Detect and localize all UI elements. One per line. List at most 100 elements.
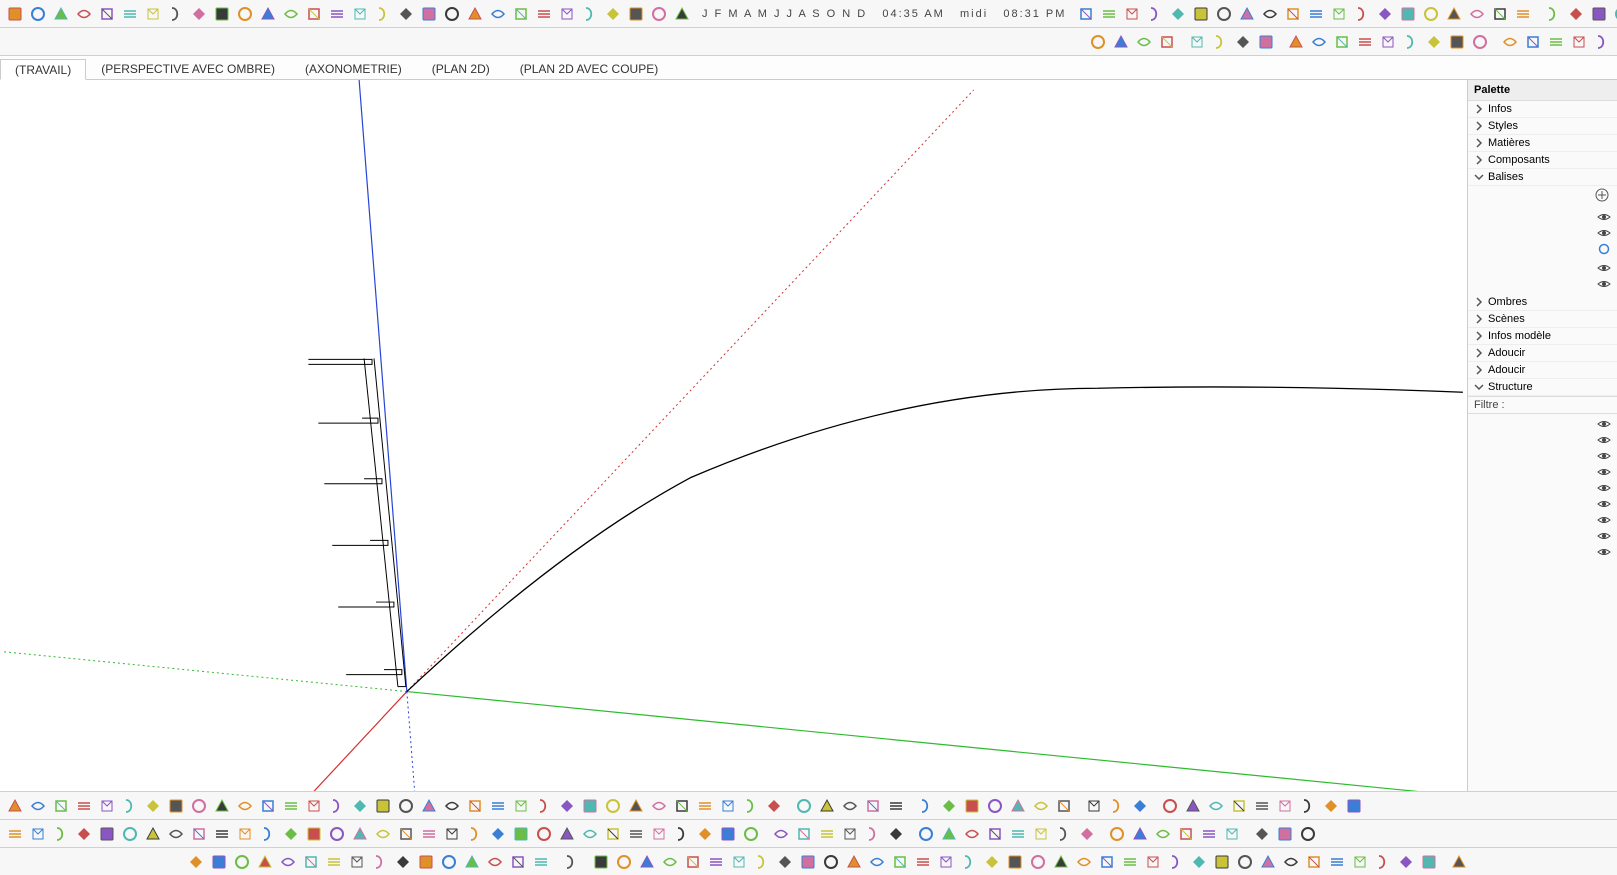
wall-3-icon[interactable] (280, 823, 302, 845)
scene-tab-1[interactable]: (PERSPECTIVE AVEC OMBRE) (86, 58, 290, 79)
node-3-icon[interactable] (961, 823, 983, 845)
scene-tab-3[interactable]: (PLAN 2D) (417, 58, 505, 79)
pan-tool[interactable] (671, 3, 693, 25)
shape-cube-green-icon[interactable] (1331, 31, 1353, 53)
palette-section-1[interactable]: Styles (1468, 118, 1617, 135)
tile-15-icon[interactable] (1165, 851, 1187, 873)
cabinet-2-icon[interactable] (579, 823, 601, 845)
line-tool[interactable] (257, 3, 279, 25)
grid-7-icon[interactable] (1420, 3, 1442, 25)
viewport-3d[interactable] (0, 80, 1467, 791)
roof-6-icon[interactable] (441, 795, 463, 817)
tile-8-icon[interactable] (1004, 851, 1026, 873)
align-center-icon[interactable] (682, 851, 704, 873)
box-3-icon[interactable] (1205, 795, 1227, 817)
roof-4-icon[interactable] (395, 795, 417, 817)
align-mid-icon[interactable] (751, 851, 773, 873)
eraser-tool[interactable] (234, 3, 256, 25)
dot-grid-9-icon[interactable] (1395, 851, 1417, 873)
arrow-up-icon[interactable] (602, 795, 624, 817)
select-tool[interactable] (4, 3, 26, 25)
num-1-icon[interactable] (648, 795, 670, 817)
scene-tab-4[interactable]: (PLAN 2D AVEC COUPE) (505, 58, 673, 79)
door-11-icon[interactable] (234, 795, 256, 817)
dot-grid-3-icon[interactable] (1257, 851, 1279, 873)
shape-cube-red-icon[interactable] (1423, 31, 1445, 53)
tag-row-0[interactable] (1468, 209, 1617, 225)
dot-grid-8-icon[interactable] (1372, 851, 1394, 873)
group-tool[interactable] (50, 3, 72, 25)
win-cut-icon[interactable] (142, 823, 164, 845)
grid-b-icon[interactable] (636, 851, 658, 873)
camera-icon[interactable] (793, 795, 815, 817)
info-icon[interactable] (984, 795, 1006, 817)
prev-view-icon[interactable] (1167, 3, 1189, 25)
cube-orange-icon[interactable] (1106, 795, 1128, 817)
node-4-icon[interactable] (984, 823, 1006, 845)
wall-6-icon[interactable] (349, 823, 371, 845)
door-5-icon[interactable] (96, 795, 118, 817)
palette-section-3[interactable]: Composants (1468, 152, 1617, 169)
door-13-icon[interactable] (280, 795, 302, 817)
wall-2-icon[interactable] (257, 823, 279, 845)
tile-1-icon[interactable] (843, 851, 865, 873)
win-tab-icon[interactable] (211, 823, 233, 845)
add-tag-button[interactable] (1468, 186, 1617, 207)
axes-tool[interactable] (533, 3, 555, 25)
box-2-icon[interactable] (1182, 795, 1204, 817)
door-8-icon[interactable] (165, 795, 187, 817)
grid-4-icon[interactable] (1351, 3, 1373, 25)
texture-panel-icon[interactable] (1469, 31, 1491, 53)
target-icon[interactable] (816, 795, 838, 817)
node-1-icon[interactable] (915, 823, 937, 845)
cube-lg-1-icon[interactable] (185, 851, 207, 873)
grid-a-icon[interactable] (613, 851, 635, 873)
grid-1-icon[interactable] (1282, 3, 1304, 25)
cube-blue-icon[interactable] (1083, 795, 1105, 817)
tile-11-icon[interactable] (1073, 851, 1095, 873)
node-5-icon[interactable] (1007, 823, 1029, 845)
win-3-icon[interactable] (50, 823, 72, 845)
dot-grid-2-icon[interactable] (1234, 851, 1256, 873)
wall-10-icon[interactable] (441, 823, 463, 845)
frame-2-icon[interactable] (1129, 823, 1151, 845)
mat-1-icon[interactable] (277, 851, 299, 873)
win-4-icon[interactable] (73, 823, 95, 845)
mat-4-icon[interactable] (346, 851, 368, 873)
3d-text-tool[interactable] (648, 3, 670, 25)
flag-green-icon[interactable] (1209, 31, 1231, 53)
wall-1-icon[interactable] (234, 823, 256, 845)
rectangle-tool[interactable] (280, 3, 302, 25)
ral-badge-icon[interactable] (1320, 795, 1342, 817)
tool-e-icon[interactable] (1591, 31, 1613, 53)
layer-1-icon[interactable] (510, 795, 532, 817)
win-5-icon[interactable] (96, 823, 118, 845)
roof-2-icon[interactable] (349, 795, 371, 817)
curve-2-icon[interactable] (1565, 3, 1587, 25)
palette-section2-2[interactable]: Infos modèle (1468, 328, 1617, 345)
curve-3-icon[interactable] (1588, 3, 1610, 25)
node-2-icon[interactable] (938, 823, 960, 845)
door-4-icon[interactable] (73, 795, 95, 817)
grid-5-icon[interactable] (1374, 3, 1396, 25)
move-tool[interactable] (96, 3, 118, 25)
scene-tab-0[interactable]: (TRAVAIL) (0, 59, 86, 80)
dot-grid-1-icon[interactable] (1211, 851, 1233, 873)
protractor-tool[interactable] (579, 3, 601, 25)
view-top-icon[interactable] (1133, 31, 1155, 53)
tile-2-icon[interactable] (866, 851, 888, 873)
move-xy-icon[interactable] (816, 823, 838, 845)
zoom-extents-icon[interactable] (1121, 3, 1143, 25)
tool-b-icon[interactable] (1522, 31, 1544, 53)
pad-2-icon[interactable] (1274, 823, 1296, 845)
door-2-icon[interactable] (27, 795, 49, 817)
sphere-solid-icon[interactable] (530, 851, 552, 873)
cabinet-8-icon[interactable] (717, 823, 739, 845)
view-back-icon[interactable] (1110, 31, 1132, 53)
tool-a-icon[interactable] (1499, 31, 1521, 53)
puzzle-icon[interactable] (560, 851, 582, 873)
flag-blue-icon[interactable] (1232, 31, 1254, 53)
push-pull-tool[interactable] (73, 3, 95, 25)
mat-7-icon[interactable] (415, 851, 437, 873)
text-tool[interactable] (487, 3, 509, 25)
